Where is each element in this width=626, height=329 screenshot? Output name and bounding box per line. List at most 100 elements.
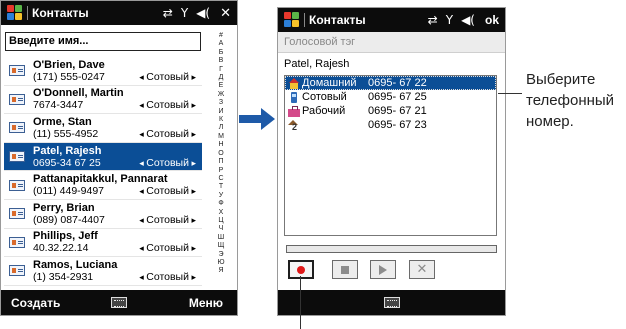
sync-icon[interactable]: ⇄ [428, 14, 438, 26]
contact-card-icon [9, 151, 25, 163]
alphabet-letter[interactable]: Г [219, 66, 223, 74]
phone-type-selector[interactable]: Сотовый [139, 185, 196, 197]
alphabet-letter[interactable]: Ц [218, 217, 223, 225]
menu-softkey[interactable]: Меню [189, 296, 223, 310]
search-input[interactable]: Введите имя... [5, 32, 201, 51]
alphabet-letter[interactable]: У [219, 192, 223, 200]
alphabet-letter[interactable]: # [219, 32, 223, 40]
contact-row[interactable]: Perry, Brian(089) 087-4407 Сотовый [4, 200, 202, 229]
alphabet-letter[interactable]: О [218, 150, 223, 158]
alphabet-letter[interactable]: Н [218, 141, 223, 149]
alphabet-letter[interactable]: А [219, 40, 224, 48]
alphabet-letter[interactable]: Щ [218, 242, 225, 250]
phone-type-selector[interactable]: Сотовый [139, 99, 196, 111]
contact-list[interactable]: O'Brien, Dave(171) 555-0247Сотовый O'Donn… [4, 57, 202, 286]
alphabet-letter[interactable]: Е [219, 82, 224, 90]
contact-text: Pattanapitakkul, Pannarat(011) 449-9497 С… [33, 173, 202, 197]
contact-detail: 40.32.22.14 Сотовый [33, 242, 202, 254]
play-button[interactable] [370, 260, 396, 279]
phone-number-row[interactable]: 0695- 67 23 [285, 118, 496, 132]
alphabet-letter[interactable]: К [219, 116, 223, 124]
phone-type-selector[interactable]: Сотовый [139, 242, 196, 254]
delete-button[interactable]: ✕ [409, 260, 435, 279]
record-button[interactable] [288, 260, 314, 279]
keyboard-icon[interactable] [111, 297, 127, 308]
speaker-icon[interactable]: ◀( [461, 14, 475, 26]
phone-type-selector[interactable]: Сотовый [139, 157, 196, 169]
phone-number-list[interactable]: Домашний 0695- 67 22 Сотовый 0695- 67 25 Раб… [284, 75, 497, 236]
signal-icon[interactable]: Y [181, 7, 188, 19]
phone-number-row[interactable]: Рабочий 0695- 67 21 [285, 104, 496, 118]
recording-progress [286, 245, 497, 253]
alphabet-letter[interactable]: Я [218, 267, 223, 275]
alphabet-letter[interactable]: З [219, 99, 223, 107]
create-softkey[interactable]: Создать [11, 296, 60, 310]
alphabet-letter[interactable]: М [218, 133, 224, 141]
work-icon [288, 105, 300, 117]
title-bar: Контакты ⇄ Y ◀( ✕ [1, 1, 237, 25]
alphabet-letter[interactable]: Ф [218, 200, 223, 208]
title-separator [304, 13, 305, 27]
voice-tag-header: Голосовой тэг [278, 32, 505, 53]
signal-icon[interactable]: Y [446, 14, 453, 26]
alphabet-letter[interactable]: Т [219, 183, 223, 191]
sync-icon[interactable]: ⇄ [163, 7, 173, 19]
speaker-icon[interactable]: ◀( [196, 7, 210, 19]
contact-name: O'Donnell, Martin [33, 87, 124, 100]
ok-button[interactable]: ok [485, 13, 499, 27]
alphabet-letter[interactable]: Л [219, 124, 224, 132]
record-pointer-line [300, 276, 301, 329]
title-bar: Контакты ⇄ Y ◀( ok [278, 8, 505, 32]
phone-type-label: Рабочий [302, 105, 346, 117]
contact-phone: (089) 087-4407 [33, 213, 105, 226]
contact-row[interactable]: Pattanapitakkul, Pannarat(011) 449-9497 С… [4, 171, 202, 200]
alphabet-letter[interactable]: Э [218, 251, 223, 259]
stop-button[interactable] [332, 260, 358, 279]
contact-name: Patel, Rajesh [33, 144, 102, 157]
contact-text: O'Brien, Dave(171) 555-0247 Сотовый [33, 59, 202, 83]
contact-detail: 0695-34 67 25 Сотовый [33, 157, 202, 169]
alphabet-letter[interactable]: Х [219, 209, 224, 217]
contact-phone: (011) 449-9497 [33, 185, 105, 198]
contact-name: O'Brien, Dave [33, 58, 105, 71]
keyboard-icon[interactable] [383, 297, 400, 308]
contact-row[interactable]: Patel, Rajesh0695-34 67 25 Сотовый [4, 142, 202, 172]
title-separator [27, 6, 28, 20]
contact-row[interactable]: O'Brien, Dave(171) 555-0247 Сотовый [4, 57, 202, 86]
contact-card-icon [9, 93, 25, 105]
start-menu-icon[interactable] [284, 12, 300, 28]
alphabet-letter[interactable]: Б [219, 49, 224, 57]
phone-type-selector[interactable]: Сотовый [139, 71, 196, 83]
alphabet-letter[interactable]: В [219, 57, 224, 65]
home2-icon [288, 119, 300, 132]
alphabet-letter[interactable]: П [218, 158, 223, 166]
alphabet-index[interactable]: # А Б В Г Д Е Ж З И К Л М Н О П Р С Т У Ф Х Ц Ч Ш Щ Э Ю Я [205, 29, 237, 289]
contact-row[interactable]: O'Donnell, Martin7674-3447 Сотовый [4, 86, 202, 115]
mobile-icon [288, 91, 300, 103]
contact-row[interactable]: Ramos, Luciana(1) 354-2931 Сотовый [4, 257, 202, 286]
phone-number-value: 0695- 67 21 [368, 105, 427, 117]
alphabet-letter[interactable]: Р [219, 167, 224, 175]
alphabet-letter[interactable]: Д [219, 74, 224, 82]
contact-name: Pattanapitakkul, Pannarat [33, 173, 168, 186]
phone-type-selector[interactable]: Сотовый [139, 214, 196, 226]
stop-icon [341, 265, 349, 274]
contact-name: Ramos, Luciana [33, 258, 118, 271]
contact-detail: (171) 555-0247 Сотовый [33, 71, 202, 83]
alphabet-letter[interactable]: И [218, 108, 223, 116]
start-menu-icon[interactable] [7, 5, 23, 21]
alphabet-letter[interactable]: Ч [219, 225, 224, 233]
contact-row[interactable]: Orme, Stan(11) 555-4952 Сотовый [4, 114, 202, 143]
phone-type-selector[interactable]: Сотовый [139, 271, 196, 283]
alphabet-letter[interactable]: С [218, 175, 223, 183]
alphabet-letter[interactable]: Ю [217, 259, 224, 267]
contact-phone: (1) 354-2931 [33, 270, 94, 283]
phone-number-row[interactable]: Домашний 0695- 67 22 [285, 76, 496, 90]
contact-text: Phillips, Jeff40.32.22.14 Сотовый [33, 230, 202, 254]
alphabet-letter[interactable]: Ж [218, 91, 224, 99]
phone-type-selector[interactable]: Сотовый [139, 128, 196, 140]
alphabet-letter[interactable]: Ш [218, 234, 224, 242]
close-icon[interactable]: ✕ [220, 6, 231, 21]
contact-row[interactable]: Phillips, Jeff40.32.22.14 Сотовый [4, 229, 202, 258]
phone-number-row[interactable]: Сотовый 0695- 67 25 [285, 90, 496, 104]
